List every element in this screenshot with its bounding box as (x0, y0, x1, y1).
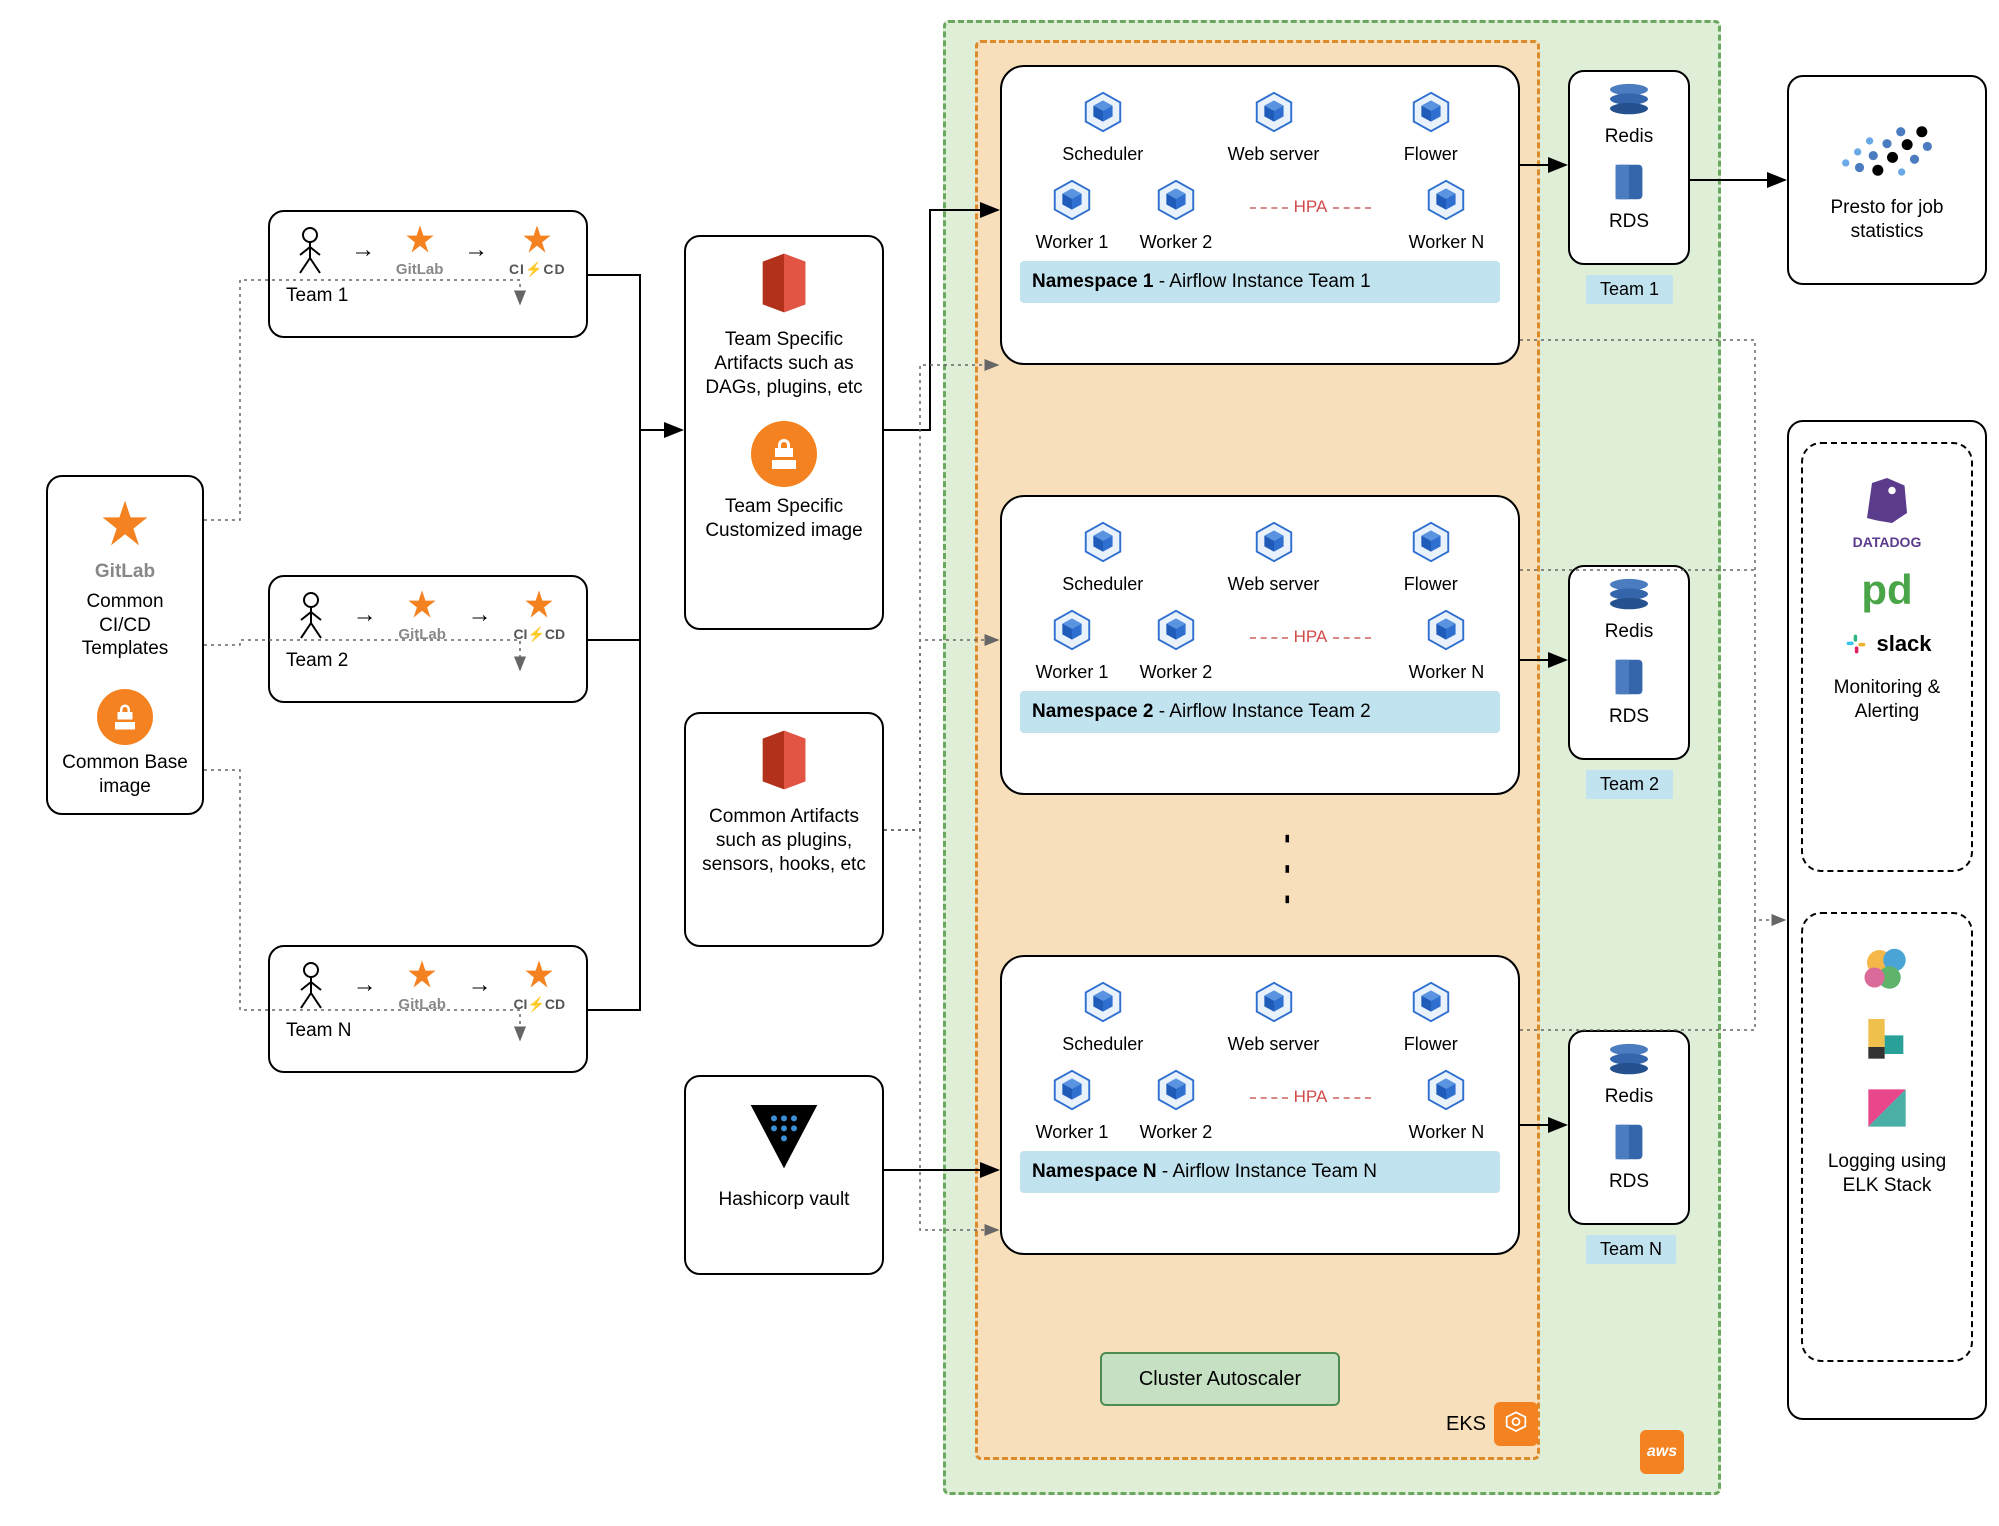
cube-icon (1408, 89, 1454, 135)
cube-icon (1153, 1067, 1199, 1113)
team2-box: → GitLab → CI⚡CD Team 2 (268, 575, 588, 703)
cube-icon (1153, 607, 1199, 653)
vault-icon (744, 1095, 824, 1175)
datadog-icon: DATADOG (1811, 468, 1963, 550)
kibana-icon (1859, 1080, 1915, 1136)
kubernetes-icon (1502, 1410, 1530, 1438)
cicd-label: CI⚡CD (513, 996, 565, 1013)
namespace-n: Scheduler Web server Flower Worker 1 Wor… (1000, 955, 1520, 1255)
common-gitlab-box: GitLab Common CI/CD Templates Common Bas… (46, 475, 204, 815)
elasticsearch-icon (1854, 940, 1920, 1000)
cluster-autoscaler: Cluster Autoscaler (1100, 1352, 1340, 1406)
cube-icon (1251, 979, 1297, 1025)
cube-icon (1423, 177, 1469, 223)
cube-icon (1049, 607, 1095, 653)
team-artifacts-label: Team Specific Artifacts such as DAGs, pl… (698, 328, 870, 399)
teamN-badge: Team N (1586, 1235, 1676, 1264)
common-base-label: Common Base image (58, 751, 192, 799)
s3-icon (748, 251, 820, 315)
cube-icon (1049, 1067, 1095, 1113)
cube-icon (1153, 177, 1199, 223)
rds-icon (1606, 1119, 1652, 1165)
gitlab-label: GitLab (58, 560, 192, 584)
gitlab-cicd-icon (517, 222, 557, 256)
gitlab-cicd-icon (519, 587, 559, 621)
redis-icon (1606, 577, 1652, 615)
cube-icon (1251, 89, 1297, 135)
cube-icon (1251, 519, 1297, 565)
redis-icon (1606, 1042, 1652, 1080)
slack-icon: slack (1811, 630, 1963, 658)
cube-icon (1423, 1067, 1469, 1113)
namespace-2: Scheduler Web server Flower Worker 1 Wor… (1000, 495, 1520, 795)
team-artifacts-box: Team Specific Artifacts such as DAGs, pl… (684, 235, 884, 630)
cube-icon (1080, 979, 1126, 1025)
cube-icon (1049, 177, 1095, 223)
vault-box: Hashicorp vault (684, 1075, 884, 1275)
person-icon (291, 960, 331, 1010)
cube-icon (1408, 979, 1454, 1025)
pagerduty-icon: pd (1811, 566, 1963, 614)
monitoring-box: DATADOG pd slack Monitoring & Alerting (1801, 442, 1973, 872)
hpa-label: HPA (1244, 1087, 1378, 1167)
base-image-icon (97, 689, 153, 745)
gitlab-icon (97, 495, 153, 551)
vault-label: Hashicorp vault (698, 1188, 870, 1212)
s3-icon (748, 728, 820, 792)
team1-badge: Team 1 (1586, 275, 1673, 304)
redis-rds-1: Redis RDS (1568, 70, 1690, 265)
gitlab-cicd-icon (519, 957, 559, 991)
gitlab-icon (402, 957, 442, 991)
logstash-icon (1859, 1012, 1915, 1068)
presto-icon (1832, 95, 1942, 185)
cube-icon (1423, 607, 1469, 653)
cube-icon (1080, 519, 1126, 565)
ellipsis-icon: - - - (1271, 834, 1305, 911)
cube-icon (1408, 519, 1454, 565)
redis-rds-n: Redis RDS (1568, 1030, 1690, 1225)
cicd-label: CI⚡CD (509, 261, 566, 278)
teamN-label: Team N (286, 1019, 576, 1043)
team1-box: → GitLab → CI⚡CD Team 1 (268, 210, 588, 338)
team2-label: Team 2 (286, 649, 576, 673)
person-icon (290, 225, 330, 275)
common-artifacts-label: Common Artifacts such as plugins, sensor… (698, 805, 870, 876)
logging-box: Logging using ELK Stack (1801, 912, 1973, 1362)
namespace-1: Scheduler Web server Flower Worker 1 Wor… (1000, 65, 1520, 365)
team-image-label: Team Specific Customized image (698, 495, 870, 543)
rds-icon (1606, 654, 1652, 700)
redis-rds-2: Redis RDS (1568, 565, 1690, 760)
hpa-label: HPA (1244, 627, 1378, 707)
teamN-box: → GitLab → CI⚡CD Team N (268, 945, 588, 1073)
cube-icon (1080, 89, 1126, 135)
cicd-label: CI⚡CD (513, 626, 565, 643)
person-icon (291, 590, 331, 640)
customized-image-icon (751, 421, 817, 487)
redis-icon (1606, 82, 1652, 120)
presto-box: Presto for job statistics (1787, 75, 1987, 285)
team2-badge: Team 2 (1586, 770, 1673, 799)
gitlab-icon (400, 222, 440, 256)
common-artifacts-box: Common Artifacts such as plugins, sensor… (684, 712, 884, 947)
gitlab-icon (402, 587, 442, 621)
eks-badge: EKS (1446, 1402, 1538, 1446)
presto-label: Presto for job statistics (1801, 196, 1973, 244)
aws-badge: aws (1640, 1430, 1684, 1474)
rds-icon (1606, 159, 1652, 205)
team1-label: Team 1 (286, 284, 576, 308)
common-cicd-label: Common CI/CD Templates (58, 590, 192, 661)
hpa-label: HPA (1244, 197, 1378, 277)
monitoring-logging-box: DATADOG pd slack Monitoring & Alerting L… (1787, 420, 1987, 1420)
